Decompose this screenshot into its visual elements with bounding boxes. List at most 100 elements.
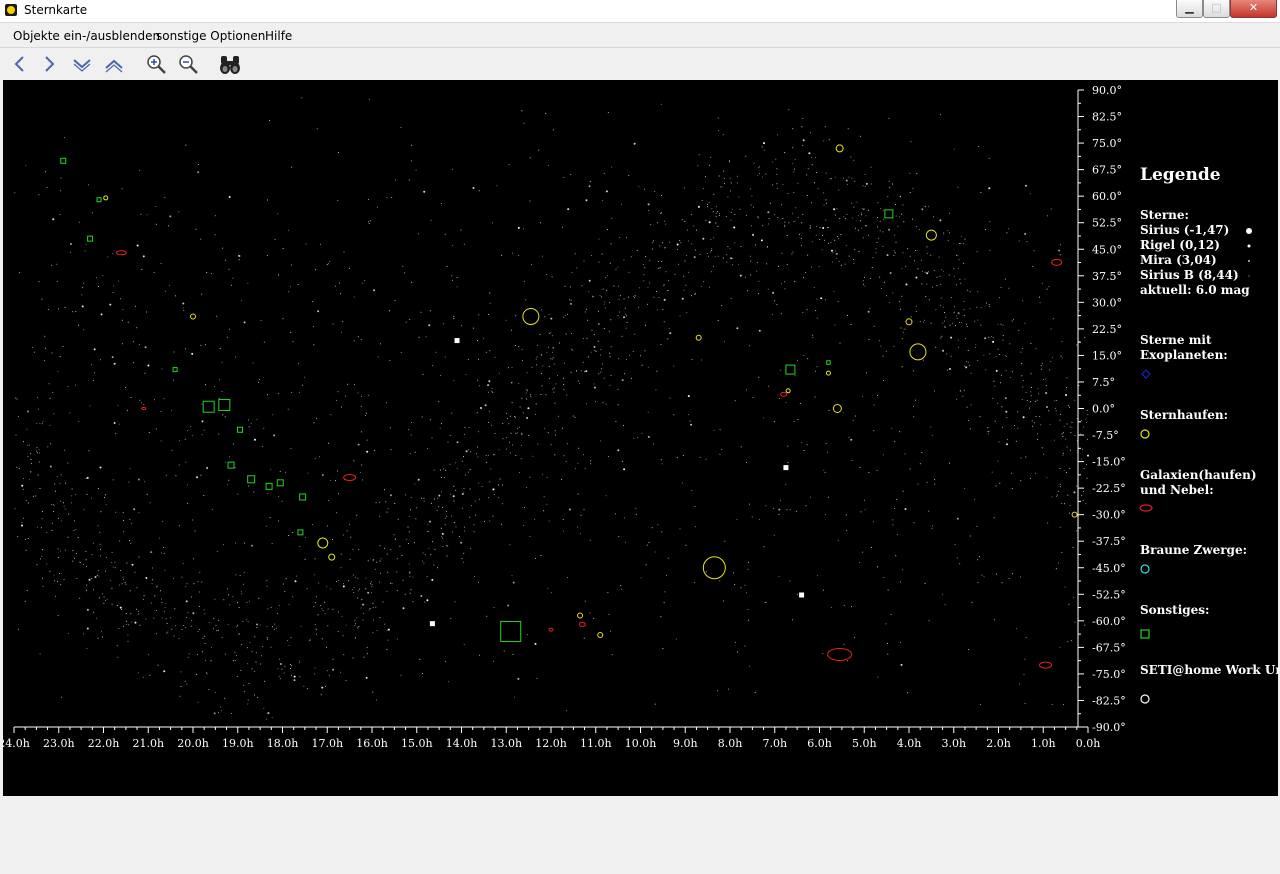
background-star <box>969 428 971 430</box>
background-star <box>442 537 444 539</box>
background-star <box>126 624 128 626</box>
background-star <box>247 699 249 701</box>
background-star <box>45 171 46 173</box>
forward-button[interactable] <box>37 52 61 76</box>
background-star <box>478 190 480 192</box>
background-star <box>231 284 232 286</box>
background-star <box>266 585 268 587</box>
scroll-up-button[interactable] <box>102 52 126 76</box>
zoom-out-button[interactable] <box>176 52 200 76</box>
background-star <box>57 557 59 558</box>
background-star <box>307 472 309 474</box>
background-star <box>144 372 146 374</box>
back-button[interactable] <box>8 52 32 76</box>
background-star <box>588 291 590 293</box>
menu-hilfe[interactable]: Hilfe <box>265 29 292 43</box>
background-star <box>144 346 147 349</box>
background-star <box>656 370 658 372</box>
background-star <box>199 571 201 573</box>
scroll-down-button[interactable] <box>70 52 94 76</box>
background-star <box>966 323 968 325</box>
background-star <box>1059 468 1061 469</box>
sky-map-canvas[interactable]: 90.0°82.5°75.0°67.5°60.0°52.5°45.0°37.5°… <box>0 80 1278 796</box>
background-star <box>605 190 608 193</box>
background-star <box>862 237 864 239</box>
background-star <box>379 581 381 583</box>
background-star <box>924 271 926 273</box>
legend-other: Sonstiges: <box>1140 603 1210 617</box>
background-star <box>727 246 729 247</box>
close-button[interactable]: ✕ <box>1230 0 1277 18</box>
background-star <box>117 404 119 406</box>
minimize-button[interactable]: ▁ <box>1176 0 1203 18</box>
background-star <box>486 461 488 463</box>
dec-label: -45.0° <box>1092 562 1126 575</box>
background-star <box>469 469 471 471</box>
background-star <box>165 618 167 620</box>
background-star <box>114 561 116 563</box>
zoom-in-button[interactable] <box>144 52 168 76</box>
background-star <box>410 434 412 436</box>
background-star <box>441 203 442 204</box>
background-star <box>373 289 375 292</box>
background-star <box>710 251 712 253</box>
background-star <box>316 596 317 598</box>
background-star <box>234 542 236 544</box>
background-star <box>1059 483 1061 485</box>
background-star <box>632 351 634 353</box>
background-star <box>969 364 971 366</box>
background-star <box>660 459 662 461</box>
background-star <box>544 316 546 318</box>
background-star <box>169 215 172 218</box>
background-star <box>440 375 441 377</box>
background-star <box>182 307 184 309</box>
background-star <box>660 103 662 105</box>
background-star <box>566 394 568 396</box>
ra-label: 11.0h <box>580 737 612 750</box>
background-star <box>465 474 466 476</box>
background-star <box>372 559 374 561</box>
background-star <box>724 341 725 343</box>
background-star <box>354 637 356 639</box>
search-button[interactable] <box>218 52 242 76</box>
background-star <box>24 539 26 541</box>
background-star <box>658 297 660 298</box>
background-star <box>758 376 760 378</box>
background-star <box>772 184 773 186</box>
menu-objekte-ein-ausblenden[interactable]: Objekte ein-/ausblenden <box>13 29 160 43</box>
background-star <box>887 653 889 655</box>
background-star <box>37 408 39 410</box>
background-star <box>287 408 289 410</box>
background-star <box>1057 562 1059 564</box>
background-star <box>1001 406 1003 408</box>
galaxy <box>548 627 554 632</box>
background-star <box>241 593 243 595</box>
background-star <box>191 596 192 598</box>
background-star <box>753 206 754 208</box>
background-star <box>396 571 398 573</box>
background-star <box>172 577 174 579</box>
background-star <box>758 293 759 295</box>
background-star <box>1070 432 1072 433</box>
maximize-button[interactable]: □ <box>1203 0 1230 18</box>
background-star <box>372 607 374 609</box>
background-star <box>434 548 436 550</box>
background-star <box>390 449 392 451</box>
background-star <box>81 294 83 296</box>
background-star <box>635 513 637 515</box>
background-star <box>478 581 480 583</box>
background-star <box>758 280 760 282</box>
background-star <box>452 495 455 498</box>
menu-sonstige-optionen[interactable]: sonstige Optionen <box>156 29 265 43</box>
background-star <box>278 520 279 522</box>
sky-map[interactable]: 90.0° 82.5° 75.0° 67.5° 60.0° 52.5° 45.0° 37.5°… <box>0 80 1280 796</box>
background-star <box>930 322 932 324</box>
background-star <box>832 252 834 254</box>
background-star <box>666 574 667 576</box>
background-star <box>1059 526 1061 528</box>
background-star <box>1020 351 1022 353</box>
background-star <box>443 468 445 470</box>
background-star <box>989 221 991 223</box>
background-star <box>363 656 365 658</box>
background-star <box>1061 552 1063 554</box>
